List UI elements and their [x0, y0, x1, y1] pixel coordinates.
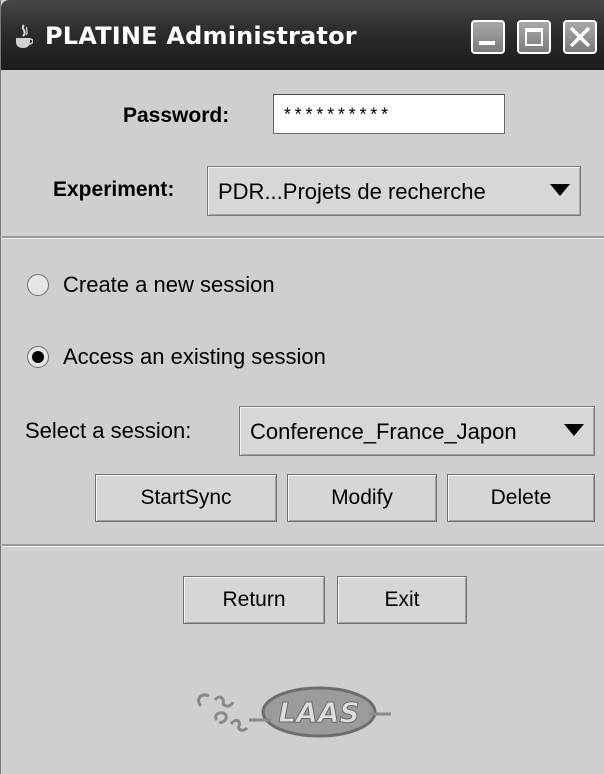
select-session-label: Select a session: — [25, 418, 192, 443]
startsync-button[interactable]: StartSync — [95, 474, 277, 522]
maximize-button[interactable] — [517, 20, 551, 54]
chevron-down-icon — [564, 424, 584, 436]
title-bar[interactable]: PLATINE Administrator — [1, 0, 604, 70]
minimize-button[interactable] — [471, 20, 505, 54]
java-cup-icon — [16, 24, 33, 48]
cnrs-laas-logo: LAAS — [197, 686, 391, 738]
cnrs-logo-mark — [197, 693, 249, 732]
session-select[interactable]: Conference_France_Japon — [239, 406, 595, 456]
password-label: Password: — [123, 104, 230, 127]
minimize-icon — [479, 41, 495, 45]
maximize-icon — [525, 28, 543, 46]
delete-button[interactable]: Delete — [447, 474, 595, 522]
return-button[interactable]: Return — [183, 576, 325, 624]
experiment-selected-value: PDR...Projets de recherche — [218, 179, 486, 204]
modify-button[interactable]: Modify — [287, 474, 437, 522]
create-session-label[interactable]: Create a new session — [63, 272, 275, 298]
close-button[interactable] — [563, 20, 597, 54]
access-session-label[interactable]: Access an existing session — [63, 344, 326, 370]
platine-administrator-window: PLATINE Administrator Password: Experime… — [0, 0, 604, 774]
experiment-label: Experiment: — [53, 178, 175, 201]
window-title: PLATINE Administrator — [45, 22, 357, 50]
create-session-radio[interactable] — [27, 274, 49, 296]
section-divider — [2, 236, 604, 239]
exit-button[interactable]: Exit — [337, 576, 467, 624]
access-session-radio[interactable] — [27, 346, 49, 368]
chevron-down-icon — [550, 184, 570, 196]
password-field[interactable] — [273, 94, 505, 134]
close-icon — [569, 26, 591, 48]
laas-logo-text: LAAS — [278, 696, 359, 729]
radio-selected-dot — [32, 351, 44, 363]
section-divider — [2, 544, 604, 547]
session-selected-value: Conference_France_Japon — [250, 419, 517, 444]
experiment-select[interactable]: PDR...Projets de recherche — [207, 166, 581, 216]
laas-logo-mark: LAAS — [249, 686, 391, 738]
